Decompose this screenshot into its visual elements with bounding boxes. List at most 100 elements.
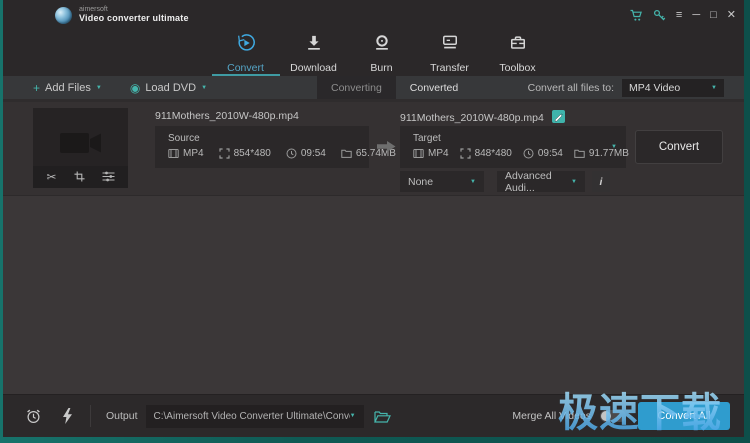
close-button[interactable]: ✕ [727, 10, 736, 21]
video-camera-icon [60, 132, 102, 159]
effect-caret-icon: ▼ [470, 179, 476, 185]
tab-toolbox-label: Toolbox [499, 62, 535, 74]
merge-toggle[interactable] [600, 410, 626, 422]
target-filename-row: 911Mothers_2010W-480p.mp4 [400, 110, 565, 126]
toolbox-icon [508, 33, 528, 58]
target-filename: 911Mothers_2010W-480p.mp4 [400, 112, 544, 124]
file-list-empty-area [3, 196, 744, 394]
source-label: Source [168, 133, 369, 144]
register-key-icon[interactable] [653, 9, 666, 22]
effect-select[interactable]: None ▼ [400, 171, 484, 192]
output-label: Output [106, 410, 138, 422]
tab-transfer-label: Transfer [430, 62, 469, 74]
minimize-button[interactable]: ─ [692, 10, 700, 21]
schedule-alarm-icon[interactable] [25, 408, 42, 425]
edit-toolbar: ✂ [33, 166, 128, 188]
tab-burn-label: Burn [370, 62, 392, 74]
crop-icon[interactable] [74, 171, 85, 184]
source-filename: 911Mothers_2010W-480p.mp4 [155, 110, 299, 122]
tab-transfer[interactable]: Transfer [416, 30, 484, 76]
effect-value: None [408, 176, 433, 188]
app-frame: aimersoft Video converter ultimate [0, 0, 750, 443]
output-format-value: MP4 Video [629, 82, 680, 94]
convert-all-button[interactable]: Convert All [638, 402, 730, 430]
load-dvd-label: Load DVD [145, 82, 196, 94]
clock-icon: 09:54 [538, 148, 563, 159]
target-size: 91.77MB [574, 148, 629, 159]
open-folder-icon[interactable] [374, 410, 391, 423]
load-dvd-caret-icon[interactable]: ▼ [201, 85, 207, 91]
queue-tabs: Converting Converted [317, 76, 472, 99]
cart-icon[interactable] [630, 9, 643, 22]
file-row: ✂ 911M [3, 99, 744, 196]
source-specs: MP4 854*480 09:54 [168, 148, 369, 159]
plus-icon: + [33, 82, 40, 94]
audio-value: Advanced Audi... [505, 170, 571, 194]
format-icon: MP4 [183, 148, 204, 159]
toolbar: + Add Files ▼ ◉ Load DVD ▼ Converting Co… [3, 76, 744, 99]
video-thumbnail[interactable]: ✂ [33, 108, 128, 188]
tab-download[interactable]: Download [280, 30, 348, 76]
bottom-bar: Output C:\Aimersoft Video Converter Ulti… [3, 394, 744, 437]
source-resolution: 854*480 [219, 148, 271, 159]
load-dvd-button[interactable]: ◉ Load DVD ▼ [130, 82, 207, 94]
target-format-caret-icon[interactable]: ▼ [611, 144, 617, 150]
target-specs: MP4 848*480 09:54 [413, 148, 626, 159]
tab-toolbox[interactable]: Toolbox [484, 30, 552, 76]
titlebar-controls: ≡ ─ □ ✕ [630, 0, 736, 30]
transfer-device-icon [440, 33, 460, 58]
high-speed-bolt-icon[interactable] [62, 408, 73, 424]
disc-icon: ◉ [130, 82, 140, 94]
tab-convert-label: Convert [227, 62, 264, 74]
target-panel: Target MP4 848*480 [400, 126, 626, 168]
convert-button[interactable]: Convert [635, 130, 723, 164]
source-panel: Source MP4 854*480 [155, 126, 369, 168]
nav-tabs: Convert Download [11, 30, 744, 76]
resolution-icon: 848*480 [475, 148, 512, 159]
convert-all-zone: Convert all files to: MP4 Video ▼ [528, 79, 724, 97]
maximize-button[interactable]: □ [710, 10, 717, 21]
target-duration: 09:54 [523, 148, 563, 159]
output-format-select[interactable]: MP4 Video ▼ [622, 79, 724, 97]
toggle-knob [601, 411, 611, 421]
target-label: Target [413, 133, 626, 144]
trim-scissors-icon[interactable]: ✂ [46, 171, 56, 183]
titlebar: aimersoft Video converter ultimate [3, 0, 744, 30]
add-files-label: Add Files [45, 82, 91, 94]
output-path-value: C:\Aimersoft Video Converter Ultimate\Co… [154, 411, 350, 422]
audio-caret-icon: ▼ [571, 179, 577, 185]
app-logo-icon [55, 7, 72, 24]
app-title: Video converter ultimate [79, 14, 189, 24]
add-files-caret-icon[interactable]: ▼ [96, 85, 102, 91]
source-format: MP4 [168, 148, 204, 159]
tab-burn[interactable]: Burn [348, 30, 416, 76]
output-path-caret-icon: ▼ [350, 413, 356, 419]
output-path-select[interactable]: C:\Aimersoft Video Converter Ultimate\Co… [146, 405, 364, 428]
divider [90, 405, 91, 427]
tab-converting[interactable]: Converting [317, 76, 396, 99]
target-format: MP4 [413, 148, 449, 159]
convert-icon [236, 33, 256, 58]
info-button[interactable]: i [592, 171, 610, 192]
source-duration: 09:54 [286, 148, 326, 159]
effects-sliders-icon[interactable] [102, 171, 115, 184]
source-to-target-arrow-icon [377, 140, 396, 158]
audio-select[interactable]: Advanced Audi... ▼ [497, 171, 585, 192]
menu-icon[interactable]: ≡ [676, 10, 682, 21]
convert-all-files-label: Convert all files to: [528, 82, 614, 94]
resolution-icon: 854*480 [234, 148, 271, 159]
format-caret-icon: ▼ [711, 85, 717, 91]
merge-all-videos-label: Merge All Videos [512, 410, 591, 422]
tab-download-label: Download [290, 62, 337, 74]
clock-icon: 09:54 [301, 148, 326, 159]
format-icon: MP4 [428, 148, 449, 159]
tab-convert[interactable]: Convert [212, 30, 280, 76]
tab-converted[interactable]: Converted [396, 76, 472, 99]
add-files-button[interactable]: + Add Files ▼ [33, 82, 102, 94]
rename-edit-icon[interactable] [552, 110, 565, 126]
folder-icon: 91.77MB [589, 148, 629, 159]
brand-block: aimersoft Video converter ultimate [79, 6, 189, 24]
burn-disc-icon [372, 33, 392, 58]
main-nav: Convert Download [3, 30, 744, 76]
app-window: aimersoft Video converter ultimate [3, 0, 744, 437]
